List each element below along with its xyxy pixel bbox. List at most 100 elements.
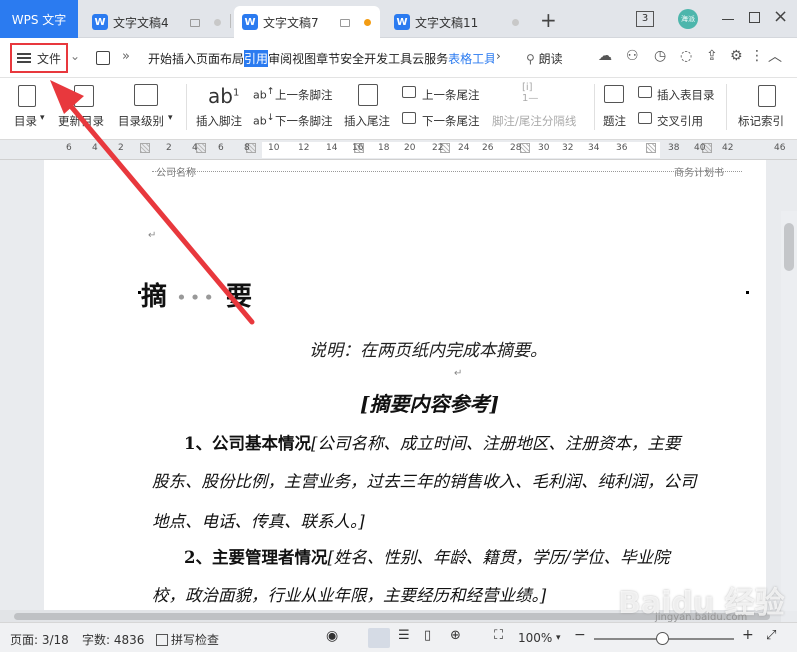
share-icon[interactable]: ⇪	[706, 48, 718, 64]
prev-footnote-label: 上一条脚注	[275, 88, 333, 102]
spell-check-label: 拼写检查	[171, 633, 220, 647]
more-quick-icon[interactable]: »	[122, 49, 130, 64]
ruler-number: 20	[404, 143, 416, 153]
section1-line2[interactable]: 股东、股份比例，主营业务，过去三年的销售收入、毛利润、纯利润，公司	[152, 468, 697, 492]
cloud-sync-icon[interactable]: ☁	[598, 48, 612, 64]
vertical-scrollbar[interactable]	[781, 211, 797, 611]
section2-text: [姓名、性别、年龄、籍贯，学历/学位、毕业院	[327, 548, 670, 567]
minimize-icon[interactable]	[722, 19, 734, 20]
tab-document-7[interactable]: W 文字文稿7	[234, 6, 380, 38]
collaborate-icon[interactable]: ⚇	[626, 48, 639, 64]
horizontal-ruler[interactable]: 6 4 2 2 4 6 8 10 12 14 16 18 20 22 24 26…	[0, 140, 797, 160]
summary-heading[interactable]: 摘 ••• 要	[141, 276, 252, 313]
zoom-level[interactable]: 100%	[518, 631, 552, 645]
heading-dots: •••	[176, 287, 217, 309]
fit-page-icon[interactable]: ⛶	[494, 628, 503, 643]
page-view-icon[interactable]	[368, 628, 390, 648]
menu-item-references[interactable]: 引用	[244, 50, 269, 67]
section1-line3[interactable]: 地点、电话、传真、联系人。]	[152, 508, 365, 532]
save-icon[interactable]	[96, 51, 110, 65]
screen-icon[interactable]	[340, 19, 350, 27]
ruler-number: 2	[166, 143, 172, 153]
ruler-number: 28	[510, 143, 522, 153]
reading-view-icon[interactable]: ▯	[424, 628, 431, 643]
ruler-number: 38	[668, 143, 680, 153]
next-footnote-label: 下一条脚注	[275, 114, 333, 128]
ruler-number: 36	[616, 143, 628, 153]
ruler-number: 14	[326, 143, 338, 153]
menu-item-sections[interactable]: 章节	[316, 50, 340, 67]
ruler-number: 34	[588, 143, 600, 153]
zoom-in-icon[interactable]: +	[742, 627, 754, 643]
ruler-number: 6	[66, 143, 72, 153]
ruler-number: 18	[378, 143, 390, 153]
insert-table-toc-label: 插入表目录	[657, 88, 715, 102]
vertical-scroll-thumb[interactable]	[784, 223, 794, 271]
wps-home-tab[interactable]: WPS 文字	[0, 0, 78, 38]
cross-reference-icon	[638, 112, 652, 124]
menu-item-table-tools[interactable]: 表格工具	[448, 50, 494, 67]
section1-line1[interactable]: 1、公司基本情况[公司名称、成立时间、注册地区、注册资本，主要	[184, 430, 680, 454]
chevron-down-icon[interactable]: ⌄	[70, 49, 80, 63]
web-view-icon[interactable]: ⊕	[450, 628, 461, 643]
ruler-margin-marker[interactable]	[140, 143, 150, 153]
ruler-margin-marker[interactable]	[520, 143, 530, 153]
user-avatar[interactable]: 海派	[678, 9, 698, 29]
collapse-ribbon-icon[interactable]: ︿	[768, 46, 782, 66]
maximize-icon[interactable]	[749, 12, 760, 23]
zoom-dropdown-icon[interactable]: ▾	[556, 633, 561, 643]
menu-item-developer[interactable]: 开发工具	[364, 50, 412, 67]
menu-item-page-layout[interactable]: 页面布局	[196, 50, 244, 67]
section2-line1[interactable]: 2、主要管理者情况[姓名、性别、年龄、籍贯，学历/学位、毕业院	[184, 544, 669, 568]
fullscreen-icon[interactable]: ⤢	[766, 628, 776, 643]
ruler-margin-marker[interactable]	[646, 143, 656, 153]
cross-reference-label: 交叉引用	[657, 114, 703, 128]
tab-document-11[interactable]: W 文字文稿11	[386, 6, 532, 38]
ruler-number: 4	[92, 143, 98, 153]
summary-note[interactable]: 说明：在两页纸内完成本摘要。	[309, 336, 547, 361]
settings-gear-icon[interactable]: ⚙	[730, 48, 743, 64]
section2-line2[interactable]: 校，政治面貌，行业从业年限，主要经历和经营业绩。]	[152, 582, 546, 606]
menu-item-review[interactable]: 审阅	[268, 50, 292, 67]
menu-scroll-right-icon[interactable]: ›	[496, 49, 501, 63]
page-indicator[interactable]: 页面: 3/18	[10, 631, 69, 648]
tab-document-4[interactable]: W 文字文稿4	[84, 6, 230, 38]
comment-icon[interactable]: ◌	[680, 48, 692, 64]
menu-item-view[interactable]: 视图	[292, 50, 316, 67]
ruler-number: 32	[562, 143, 574, 153]
menu-bar: 文件 ⌄ » 开始 插入 页面布局 引用 审阅 视图 章节 安全 开发工具 云服…	[0, 38, 797, 78]
read-aloud-label: 朗读	[538, 52, 563, 66]
menu-item-security[interactable]: 安全	[340, 50, 364, 67]
writer-doc-icon: W	[92, 14, 108, 30]
status-bar: 页面: 3/18 字数: 4836 拼写检查 ◉ ☰ ▯ ⊕ ⛶ 100% ▾ …	[0, 622, 797, 652]
spell-check-toggle[interactable]: 拼写检查	[156, 631, 219, 648]
summary-reference-subhead[interactable]: [摘要内容参考]	[360, 388, 499, 417]
document-page[interactable]: 公司名称 商务计划书 ↵ 摘 ••• 要 说明：在两页纸内完成本摘要。 ↵ [摘…	[44, 160, 766, 622]
insert-footnote-label: 插入脚注	[196, 114, 242, 128]
picture-caption-icon	[604, 85, 624, 103]
history-icon[interactable]: ◷	[654, 48, 666, 64]
menu-item-insert[interactable]: 插入	[172, 50, 196, 67]
new-tab-plus-icon[interactable]: +	[540, 8, 557, 32]
zoom-out-icon[interactable]: −	[574, 627, 586, 643]
menu-item-start[interactable]: 开始	[148, 50, 172, 67]
menu-item-cloud[interactable]: 云服务	[412, 50, 448, 67]
ruler-number: 10	[268, 143, 280, 153]
outline-view-icon[interactable]: ☰	[398, 628, 410, 643]
more-vertical-icon[interactable]: ⋮	[750, 48, 764, 64]
file-menu-button[interactable]: 文件	[10, 43, 68, 73]
close-icon[interactable]: ×	[773, 6, 788, 27]
table-toc-icon	[638, 86, 652, 98]
zoom-slider-knob[interactable]	[656, 632, 669, 645]
ruler-number: 42	[722, 143, 734, 153]
chevron-down-icon: ▾	[168, 113, 173, 123]
read-aloud-button[interactable]: ⚲ 朗读	[526, 50, 563, 67]
window-count-badge[interactable]: 3	[636, 11, 654, 27]
word-count[interactable]: 字数: 4836	[82, 631, 144, 648]
ruler-number: 4	[192, 143, 198, 153]
tab-status-dot	[214, 19, 221, 26]
page-corner-marker	[138, 291, 141, 294]
eye-protection-icon[interactable]: ◉	[326, 628, 338, 644]
references-ribbon: 目录 ▾ 更新目录 目录级别 ▾ ab1 插入脚注 ab↑ 上一条脚注 ab↓ …	[0, 78, 797, 140]
screen-icon[interactable]	[190, 19, 200, 27]
